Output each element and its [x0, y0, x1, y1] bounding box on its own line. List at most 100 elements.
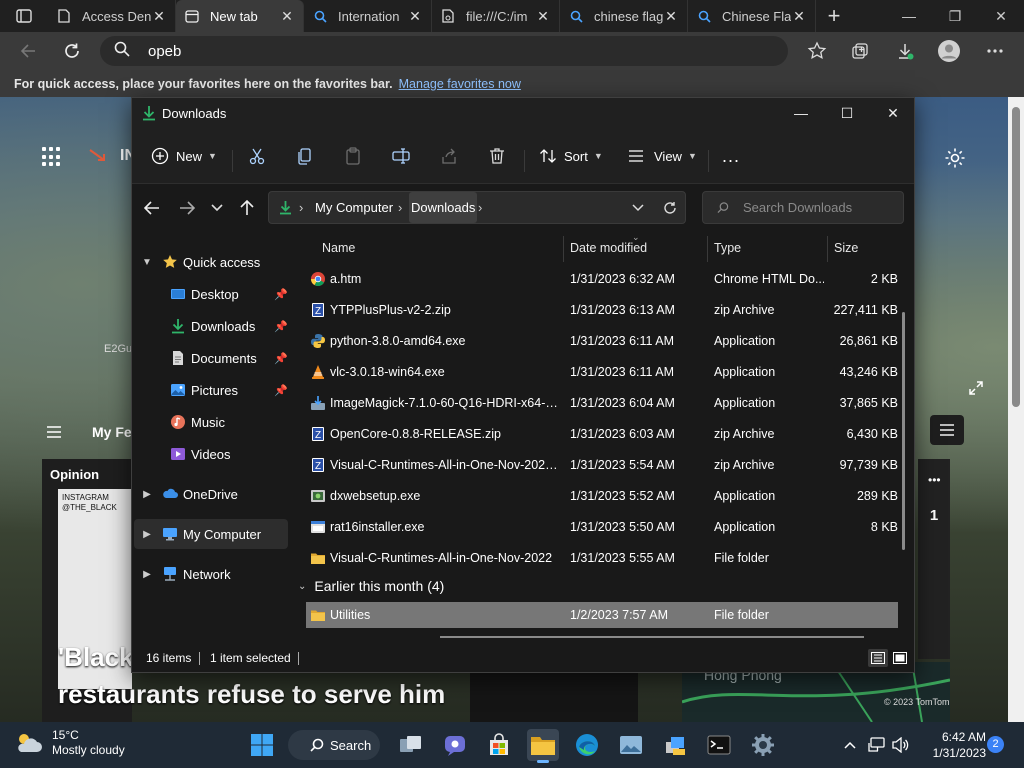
layout-menu-button[interactable] [930, 415, 964, 445]
list-vertical-scrollbar[interactable] [902, 312, 905, 550]
address-breadcrumb[interactable]: › My Computer › Downloads › [268, 191, 686, 224]
nav-item-downloads[interactable]: Downloads 📌 [134, 311, 288, 341]
close-icon[interactable]: ✕ [663, 8, 679, 25]
browser-tab[interactable]: Chinese Fla ✕ [688, 0, 816, 32]
side-card[interactable]: ••• 1 [918, 459, 950, 659]
minimize-button[interactable]: — [886, 0, 932, 32]
search-downloads-input[interactable] [743, 200, 903, 215]
expand-icon[interactable] [968, 380, 984, 401]
close-window-button[interactable]: ✕ [978, 0, 1024, 32]
column-divider[interactable] [563, 236, 564, 262]
system-clock[interactable]: 6:42 AM 1/31/2023 [916, 729, 986, 761]
new-tab-button[interactable]: + [816, 3, 852, 29]
volume-button[interactable] [890, 732, 912, 758]
browser-tab-active[interactable]: New tab ✕ [176, 0, 304, 32]
nav-item-desktop[interactable]: Desktop 📌 [134, 279, 288, 309]
network-utility-button[interactable] [659, 729, 691, 761]
share-button[interactable] [439, 142, 459, 170]
chevron-right-icon[interactable]: › [478, 192, 482, 223]
forward-button[interactable] [175, 196, 199, 220]
file-explorer-button[interactable] [527, 729, 559, 763]
close-icon[interactable]: ✕ [279, 8, 295, 25]
settings-more-button[interactable] [982, 38, 1008, 64]
apps-launcher-icon[interactable] [42, 147, 64, 167]
rename-button[interactable] [391, 142, 411, 170]
teams-chat-button[interactable] [439, 729, 471, 761]
column-divider[interactable] [827, 236, 828, 262]
list-horizontal-scrollbar[interactable] [440, 636, 864, 638]
file-row[interactable]: python-3.8.0-amd64.exe 1/31/2023 6:11 AM… [306, 326, 898, 357]
back-button[interactable] [8, 32, 48, 70]
collections-button[interactable] [847, 38, 873, 64]
favorites-button[interactable] [804, 38, 830, 64]
chevron-down-icon[interactable]: ⌄ [298, 581, 306, 592]
close-icon[interactable]: ✕ [151, 8, 167, 25]
breadcrumb-my-computer[interactable]: My Computer [315, 192, 393, 223]
recent-locations-button[interactable] [205, 196, 229, 220]
see-more-button[interactable]: ... [722, 142, 740, 170]
feed-menu-icon[interactable] [46, 425, 62, 443]
column-header-name[interactable]: Name [322, 232, 355, 264]
breadcrumb-downloads[interactable]: Downloads [409, 192, 478, 223]
group-header-earlier-this-month[interactable]: ⌄ Earlier this month (4) [298, 574, 444, 598]
delete-button[interactable] [487, 142, 507, 170]
browser-tab[interactable]: chinese flag ✕ [560, 0, 688, 32]
column-header-size[interactable]: Size [834, 232, 858, 264]
profile-button[interactable] [936, 38, 962, 64]
headline-line2[interactable]: restaurants refuse to serve him [58, 679, 498, 710]
close-icon[interactable]: ✕ [407, 8, 423, 25]
file-row[interactable]: Z YTPPlusPlus-v2-2.zip 1/31/2023 6:13 AM… [306, 295, 898, 326]
view-button[interactable]: View ▼ [626, 142, 697, 170]
close-button[interactable]: ✕ [870, 98, 916, 128]
column-header-type[interactable]: Type [714, 232, 741, 264]
details-view-button[interactable] [868, 649, 888, 667]
chevron-right-icon[interactable]: ▶ [140, 489, 154, 500]
close-icon[interactable]: ✕ [791, 8, 807, 25]
up-button[interactable] [235, 196, 259, 220]
page-scrollbar[interactable] [1008, 97, 1024, 722]
close-icon[interactable]: ✕ [535, 8, 551, 25]
start-button[interactable] [246, 729, 278, 761]
downloads-button[interactable] [892, 38, 918, 64]
address-bar[interactable]: opeb [100, 36, 788, 66]
scrollbar-thumb[interactable] [1012, 107, 1020, 407]
file-row[interactable]: ImageMagick-7.1.0-60-Q16-HDRI-x64-dll...… [306, 388, 898, 419]
address-history-button[interactable] [632, 192, 644, 223]
cut-button[interactable] [247, 142, 267, 170]
nav-item-videos[interactable]: Videos [134, 439, 288, 469]
file-row[interactable]: a.htm 1/31/2023 6:32 AM Chrome HTML Do..… [306, 264, 898, 295]
file-row[interactable]: Visual-C-Runtimes-All-in-One-Nov-2022 1/… [306, 543, 898, 574]
maximize-button[interactable]: ☐ [824, 98, 870, 128]
my-feed-tab[interactable]: My Fe [92, 424, 132, 440]
tab-actions-button[interactable] [0, 0, 48, 32]
settings-button[interactable] [747, 729, 779, 761]
nav-item-documents[interactable]: Documents 📌 [134, 343, 288, 373]
nav-item-network[interactable]: ▶ Network [134, 559, 288, 589]
restore-button[interactable]: ❐ [932, 0, 978, 32]
search-downloads-field[interactable] [702, 191, 904, 224]
edge-button[interactable] [571, 729, 603, 761]
browser-tab[interactable]: Access Den ✕ [48, 0, 176, 32]
gear-icon[interactable] [944, 147, 966, 174]
refresh-button[interactable] [663, 192, 677, 223]
nav-item-quick-access[interactable]: ▼ Quick access [134, 247, 288, 277]
manage-favorites-link[interactable]: Manage favorites now [399, 77, 521, 91]
nav-item-my-computer[interactable]: ▶ My Computer [134, 519, 288, 549]
browser-tab[interactable]: Internation ✕ [304, 0, 432, 32]
taskbar-search[interactable]: Search [288, 730, 380, 760]
column-header-date[interactable]: Date modified [570, 232, 647, 264]
chevron-right-icon[interactable]: ▶ [140, 529, 154, 540]
file-row[interactable]: vlc-3.0.18-win64.exe 1/31/2023 6:11 AM A… [306, 357, 898, 388]
file-row[interactable]: Z Visual-C-Runtimes-All-in-One-Nov-2022.… [306, 450, 898, 481]
chevron-right-icon[interactable]: ▶ [140, 569, 154, 580]
file-row[interactable]: dxwebsetup.exe 1/31/2023 5:52 AM Applica… [306, 481, 898, 512]
microsoft-store-button[interactable] [483, 729, 515, 761]
photos-app-button[interactable] [615, 729, 647, 761]
notification-badge[interactable]: 2 [987, 736, 1004, 753]
file-row[interactable]: rat16installer.exe 1/31/2023 5:50 AM App… [306, 512, 898, 543]
weather-widget[interactable]: 15°C Mostly cloudy [14, 728, 125, 758]
minimize-button[interactable]: — [778, 98, 824, 128]
show-hidden-icons-button[interactable] [840, 732, 860, 758]
network-status-button[interactable] [866, 732, 888, 758]
nav-item-pictures[interactable]: Pictures 📌 [134, 375, 288, 405]
